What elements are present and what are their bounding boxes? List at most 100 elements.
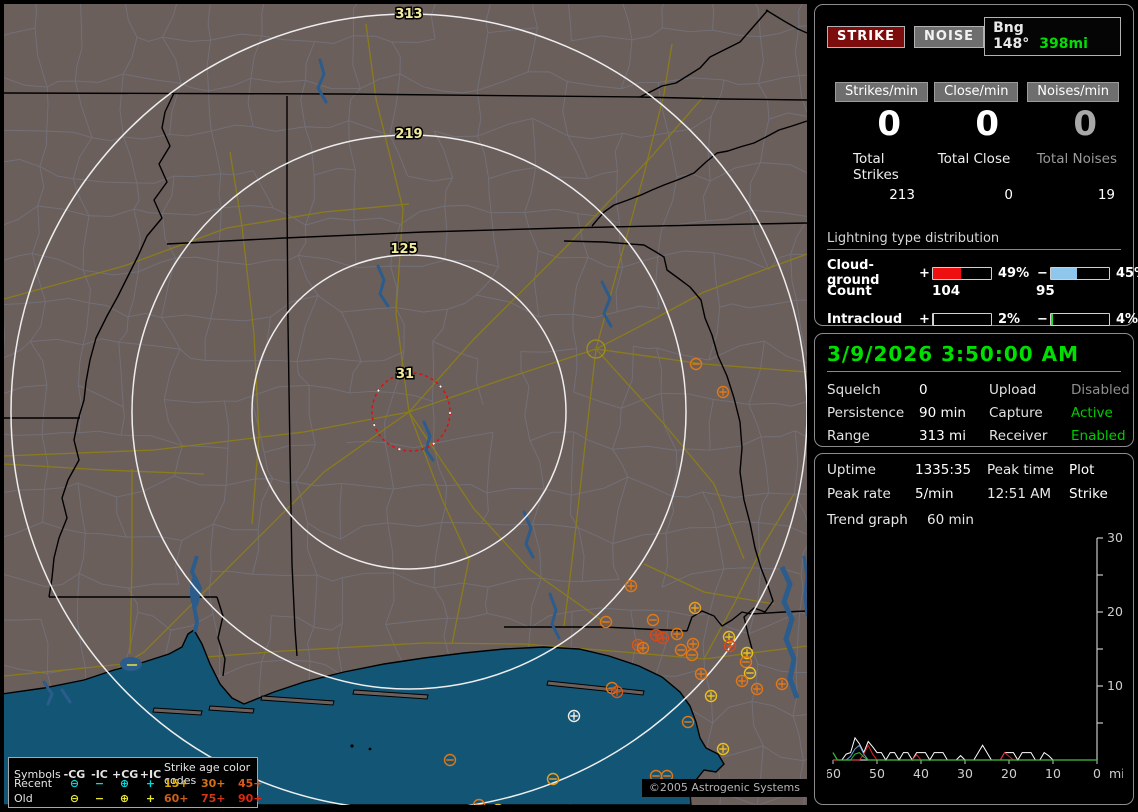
close-per-min-chip[interactable]: Close/min bbox=[934, 82, 1019, 102]
legend-row-label: Recent bbox=[14, 777, 53, 790]
positive-bar bbox=[932, 313, 992, 326]
setting-status: Disabled bbox=[1071, 382, 1130, 398]
setting-status: Enabled bbox=[1071, 428, 1126, 444]
legend-row-label: Old bbox=[14, 792, 33, 805]
strike-map[interactable]: 313 219 125 31 Symbols -CG -IC +CG +IC Stri… bbox=[4, 4, 807, 808]
uptime-grid: Uptime 1335:35 Peak time Plot Peak rate 5/min… bbox=[827, 462, 1121, 502]
setting-status: Active bbox=[1071, 405, 1113, 421]
positive-bar bbox=[932, 266, 992, 280]
positive-pct: 2% bbox=[998, 312, 1021, 327]
strike-symbol-glyph: ⊕ bbox=[119, 777, 130, 790]
age-code: 45+ bbox=[238, 777, 263, 790]
distribution-title: Lightning type distribution bbox=[827, 231, 1121, 250]
total-close-value: 0 bbox=[1004, 187, 1013, 203]
setting-value: 90 min bbox=[919, 405, 966, 421]
svg-text:50: 50 bbox=[869, 766, 885, 781]
age-code: 60+ bbox=[164, 792, 189, 805]
svg-text:10: 10 bbox=[1107, 678, 1123, 693]
svg-text:313: 313 bbox=[395, 7, 422, 22]
strike-symbol-glyph: − bbox=[94, 777, 105, 790]
noises-per-min-value: 0 bbox=[1073, 104, 1097, 144]
uptime-label: 12:51 AM bbox=[987, 486, 1052, 502]
plus-sign: + bbox=[919, 265, 930, 281]
uptime-label: Peak time bbox=[987, 462, 1054, 478]
strike-symbol-glyph: ⊖ bbox=[69, 792, 80, 805]
strikes-per-min-chip[interactable]: Strikes/min bbox=[835, 82, 929, 102]
bearing-range: 398mi bbox=[1039, 36, 1088, 52]
negative-pct: 45% bbox=[1116, 265, 1138, 281]
svg-text:20: 20 bbox=[1107, 604, 1123, 619]
uptime-value: Strike bbox=[1069, 486, 1108, 502]
negative-bar bbox=[1050, 313, 1110, 326]
distribution-row: Intracloud +2% − 4% bbox=[827, 311, 1138, 328]
setting-value: 0 bbox=[919, 382, 928, 398]
setting-label: Persistence bbox=[827, 405, 905, 421]
svg-text:20: 20 bbox=[1001, 766, 1017, 781]
dist-label: Intracloud bbox=[827, 312, 903, 327]
uptime-value: Plot bbox=[1069, 462, 1095, 478]
legend-rows: Recent ⊖ − ⊕ +15+ 30+ 45+ Old ⊖ − ⊕ +60+ 75+ 90+ bbox=[14, 776, 263, 806]
setting-label: Squelch bbox=[827, 382, 881, 398]
bearing-label: Bng 148° bbox=[993, 20, 1030, 52]
trend-graph-label: Trend graph bbox=[827, 512, 908, 528]
setting-label: Capture bbox=[989, 405, 1043, 421]
app-window: 313 219 125 31 Symbols -CG -IC +CG +IC Stri… bbox=[0, 0, 1138, 812]
svg-text:min: min bbox=[1109, 766, 1123, 781]
svg-text:31: 31 bbox=[396, 367, 414, 382]
setting-label: Receiver bbox=[989, 428, 1048, 444]
status-panel: 3/9/2026 3:50:00 AM Squelch 0 Upload Disabl… bbox=[814, 333, 1134, 447]
age-code: 90+ bbox=[238, 792, 263, 805]
uptime-label: Uptime bbox=[827, 462, 876, 478]
negative-pct: 4% bbox=[1116, 312, 1138, 327]
setting-label: Upload bbox=[989, 382, 1037, 398]
legend-row: Recent ⊖ − ⊕ +15+ 30+ 45+ bbox=[14, 776, 263, 791]
trend-graph-window: 60 min bbox=[927, 512, 974, 528]
total-noises-label: Total Noises bbox=[1036, 151, 1117, 167]
age-code: 75+ bbox=[201, 792, 226, 805]
positive-pct: 49% bbox=[998, 265, 1030, 281]
strikes-per-min-value: 0 bbox=[877, 104, 901, 144]
uptime-label: Peak rate bbox=[827, 486, 891, 502]
uptime-panel: Uptime 1335:35 Peak time Plot Peak rate 5/min… bbox=[814, 453, 1134, 805]
setting-label: Range bbox=[827, 428, 870, 444]
strike-symbol-glyph: ⊕ bbox=[119, 792, 130, 805]
plus-sign: + bbox=[919, 312, 930, 327]
minus-sign: − bbox=[1037, 312, 1048, 327]
strike-symbol-glyph: + bbox=[145, 777, 156, 790]
noise-mode-button[interactable]: NOISE bbox=[914, 25, 985, 48]
svg-text:10: 10 bbox=[1045, 766, 1061, 781]
strike-symbol-glyph: − bbox=[94, 792, 105, 805]
minus-sign: − bbox=[1037, 265, 1048, 281]
stats-panel: STRIKE NOISE Bng 148° 398mi Strikes/min C… bbox=[814, 4, 1138, 352]
total-strikes-value: 213 bbox=[889, 187, 915, 203]
uptime-value: 5/min bbox=[915, 486, 954, 502]
negative-bar bbox=[1050, 266, 1110, 280]
total-strikes-label: Total Strikes bbox=[853, 151, 899, 183]
count-label: Count bbox=[827, 283, 872, 299]
svg-text:30: 30 bbox=[1107, 532, 1123, 545]
map-legend: Symbols -CG -IC +CG +IC Strike age color… bbox=[8, 757, 263, 808]
uptime-value: 1335:35 bbox=[915, 462, 972, 478]
positive-count: 104 bbox=[932, 283, 961, 299]
legend-row: Old ⊖ − ⊕ +60+ 75+ 90+ bbox=[14, 791, 263, 806]
svg-text:40: 40 bbox=[913, 766, 929, 781]
bearing-readout: Bng 148° 398mi bbox=[984, 17, 1121, 56]
svg-text:30: 30 bbox=[957, 766, 973, 781]
svg-text:0: 0 bbox=[1093, 766, 1101, 781]
status-grid: Squelch 0 Upload Disabled Persistence 90 min C… bbox=[827, 382, 1130, 444]
strike-mode-button[interactable]: STRIKE bbox=[827, 25, 906, 48]
map-canvas[interactable]: 313 219 125 31 bbox=[4, 4, 807, 805]
svg-text:60: 60 bbox=[827, 766, 841, 781]
age-code: 30+ bbox=[201, 777, 226, 790]
svg-text:125: 125 bbox=[390, 242, 417, 257]
age-code: 15+ bbox=[164, 777, 189, 790]
total-close-label: Total Close bbox=[937, 151, 1011, 167]
legend-header-row: Symbols -CG -IC +CG +IC Strike age color… bbox=[14, 761, 252, 787]
trend-graph: 10 20 30 60 50 40 30 20 10 0 min bbox=[827, 532, 1123, 781]
negative-count: 95 bbox=[1036, 283, 1055, 299]
datetime-display: 3/9/2026 3:50:00 AM bbox=[827, 342, 1079, 366]
distribution-row: Cloud-ground+49%−45% bbox=[827, 258, 1138, 288]
total-noises-value: 19 bbox=[1097, 187, 1115, 203]
divider bbox=[827, 371, 1121, 372]
noises-per-min-chip[interactable]: Noises/min bbox=[1027, 82, 1119, 102]
